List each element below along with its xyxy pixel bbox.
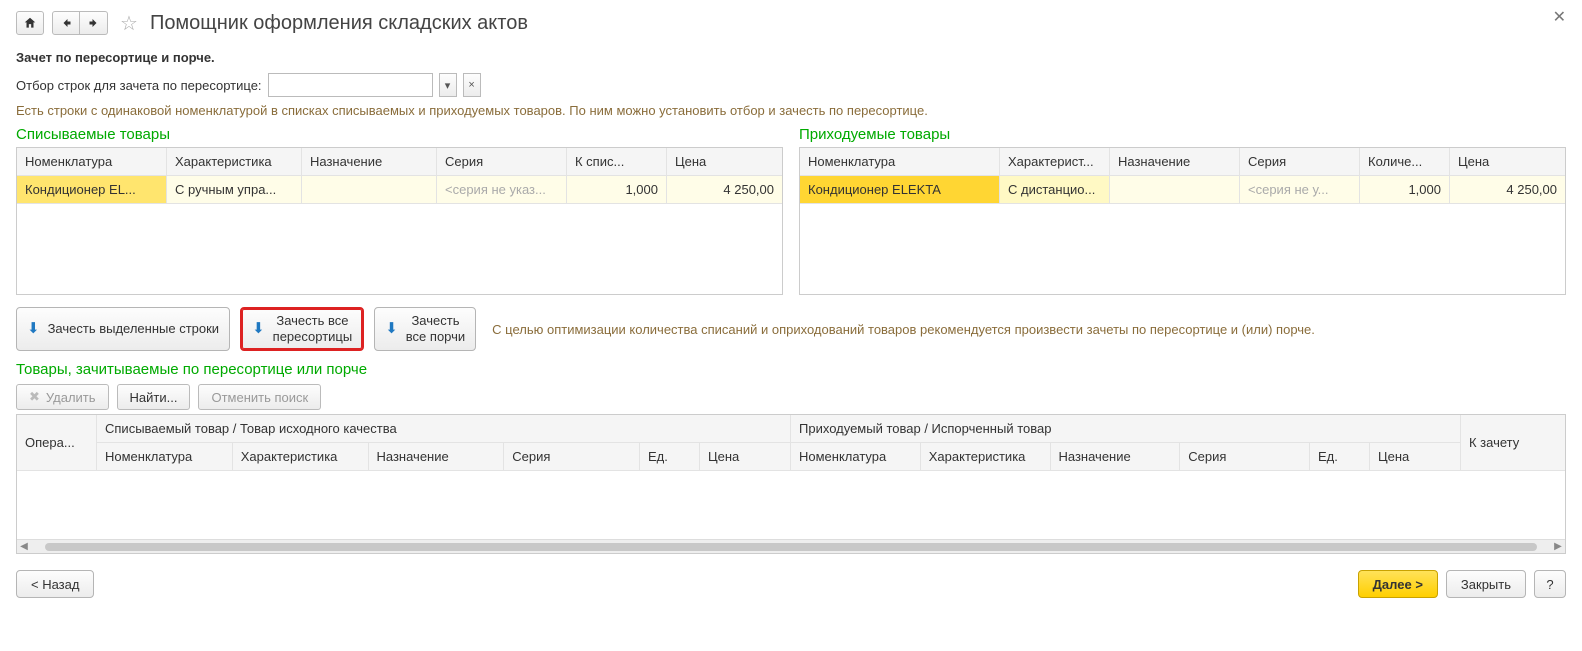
- col-group-right[interactable]: Приходуемый товар / Испорченный товар: [791, 415, 1460, 443]
- back-step-button[interactable]: < Назад: [16, 570, 94, 598]
- filter-input[interactable]: [268, 73, 433, 97]
- arrow-down-icon: ⬇: [385, 320, 398, 338]
- favorite-star-icon[interactable]: ☆: [120, 11, 138, 36]
- cell-qty: 1,000: [1360, 176, 1450, 203]
- right-grid[interactable]: Номенклатура Характерист... Назначение С…: [799, 147, 1566, 295]
- col-header[interactable]: К спис...: [567, 148, 667, 175]
- filter-clear-button[interactable]: ×: [463, 73, 481, 97]
- col-sub[interactable]: Серия: [1180, 443, 1310, 470]
- btn-label: Удалить: [46, 390, 96, 405]
- right-pane-title: Приходуемые товары: [799, 126, 1566, 143]
- cell-assignment: [1110, 176, 1240, 203]
- col-sub[interactable]: Ед.: [1310, 443, 1370, 470]
- btn-label: Зачесть выделенные строки: [48, 321, 220, 337]
- credit-all-spoilage-button[interactable]: ⬇ Зачестьвсе порчи: [374, 307, 476, 351]
- col-header[interactable]: Номенклатура: [17, 148, 167, 175]
- grid-empty-area: [17, 204, 782, 294]
- col-sub[interactable]: Характеристика: [921, 443, 1051, 470]
- scrollbar-thumb[interactable]: [45, 543, 1537, 551]
- col-header[interactable]: Серия: [437, 148, 567, 175]
- btn-label: Найти...: [130, 390, 178, 405]
- col-sub[interactable]: Номенклатура: [791, 443, 921, 470]
- x-icon: ✖: [29, 389, 40, 405]
- help-button[interactable]: ?: [1534, 570, 1566, 598]
- col-header[interactable]: Цена: [1450, 148, 1565, 175]
- col-sub[interactable]: Ед.: [640, 443, 700, 470]
- action-hint: С целью оптимизации количества списаний …: [492, 322, 1566, 337]
- col-header[interactable]: Цена: [667, 148, 782, 175]
- home-button[interactable]: [16, 11, 44, 35]
- col-sub[interactable]: Цена: [1370, 443, 1460, 470]
- filter-hint: Есть строки с одинаковой номенклатурой в…: [16, 103, 1566, 118]
- credited-section-title: Товары, зачитываемые по пересортице или …: [16, 361, 1566, 378]
- col-sub[interactable]: Назначение: [1051, 443, 1181, 470]
- btn-label: ?: [1546, 577, 1553, 592]
- col-sub[interactable]: Назначение: [369, 443, 505, 470]
- col-header[interactable]: Характеристика: [167, 148, 302, 175]
- col-operation[interactable]: Опера...: [17, 415, 97, 470]
- filter-dropdown-button[interactable]: ▾: [439, 73, 457, 97]
- btn-label: Закрыть: [1461, 577, 1511, 592]
- arrow-down-icon: ⬇: [252, 320, 265, 338]
- col-header[interactable]: Назначение: [1110, 148, 1240, 175]
- cell-characteristic: С ручным упра...: [167, 176, 302, 203]
- grid-empty-area: [17, 471, 1565, 539]
- col-header[interactable]: Серия: [1240, 148, 1360, 175]
- filter-label: Отбор строк для зачета по пересортице:: [16, 78, 262, 93]
- cell-series: <серия не у...: [1240, 176, 1360, 203]
- credit-selected-button[interactable]: ⬇ Зачесть выделенные строки: [16, 307, 230, 351]
- scroll-right-icon[interactable]: ▶: [1551, 541, 1565, 552]
- credited-grid[interactable]: Опера... Списываемый товар / Товар исход…: [16, 414, 1566, 554]
- col-group-left[interactable]: Списываемый товар / Товар исходного каче…: [97, 415, 790, 443]
- table-row[interactable]: Кондиционер ELEKTA С дистанцио... <серия…: [800, 176, 1565, 204]
- cell-nomenclature: Кондиционер EL...: [17, 176, 167, 203]
- btn-label: Зачестьвсе порчи: [406, 313, 465, 344]
- page-title: Помощник оформления складских актов: [150, 12, 528, 35]
- forward-button[interactable]: [80, 11, 108, 35]
- table-row[interactable]: Кондиционер EL... С ручным упра... <сери…: [17, 176, 782, 204]
- close-icon[interactable]: ✕: [1547, 6, 1572, 28]
- col-header[interactable]: Назначение: [302, 148, 437, 175]
- btn-label: Отменить поиск: [211, 390, 308, 405]
- scroll-left-icon[interactable]: ◀: [17, 541, 31, 552]
- col-sub[interactable]: Характеристика: [233, 443, 369, 470]
- arrow-down-icon: ⬇: [27, 320, 40, 338]
- col-sub[interactable]: Номенклатура: [97, 443, 233, 470]
- cell-price: 4 250,00: [667, 176, 782, 203]
- cancel-find-button[interactable]: Отменить поиск: [198, 384, 321, 410]
- col-sub[interactable]: Цена: [700, 443, 790, 470]
- left-pane-title: Списываемые товары: [16, 126, 783, 143]
- credit-all-resort-button[interactable]: ⬇ Зачесть всепересортицы: [240, 307, 364, 351]
- col-header[interactable]: Номенклатура: [800, 148, 1000, 175]
- cell-assignment: [302, 176, 437, 203]
- grid-empty-area: [800, 204, 1565, 294]
- col-header[interactable]: Характерист...: [1000, 148, 1110, 175]
- find-button[interactable]: Найти...: [117, 384, 191, 410]
- cell-price: 4 250,00: [1450, 176, 1565, 203]
- cell-characteristic: С дистанцио...: [1000, 176, 1110, 203]
- back-button[interactable]: [52, 11, 80, 35]
- section-subtitle: Зачет по пересортице и порче.: [16, 50, 1566, 65]
- close-button[interactable]: Закрыть: [1446, 570, 1526, 598]
- col-credit[interactable]: К зачету: [1461, 415, 1565, 470]
- left-grid[interactable]: Номенклатура Характеристика Назначение С…: [16, 147, 783, 295]
- cell-nomenclature: Кондиционер ELEKTA: [800, 176, 1000, 203]
- btn-label: < Назад: [31, 577, 79, 592]
- horizontal-scrollbar[interactable]: ◀ ▶: [17, 539, 1565, 553]
- col-header[interactable]: Количе...: [1360, 148, 1450, 175]
- cell-series: <серия не указ...: [437, 176, 567, 203]
- btn-label: Зачесть всепересортицы: [273, 313, 353, 344]
- next-step-button[interactable]: Далее >: [1358, 570, 1438, 598]
- btn-label: Далее >: [1373, 577, 1423, 592]
- col-sub[interactable]: Серия: [504, 443, 640, 470]
- cell-qty: 1,000: [567, 176, 667, 203]
- delete-button[interactable]: ✖ Удалить: [16, 384, 109, 410]
